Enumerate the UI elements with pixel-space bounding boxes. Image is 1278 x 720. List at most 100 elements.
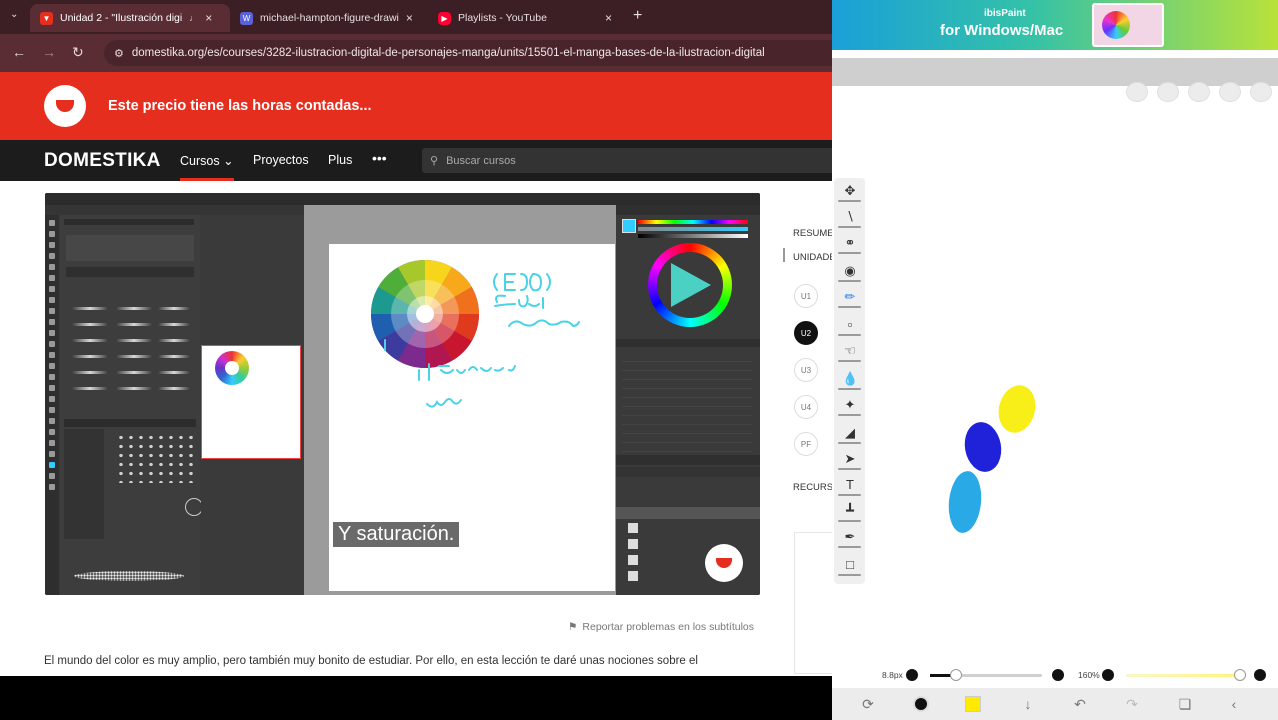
domestika-watermark-icon: [705, 544, 743, 582]
reload-icon[interactable]: ↻: [72, 44, 84, 61]
special-pen-icon[interactable]: ✦: [842, 398, 858, 412]
url-text: domestika.org/es/courses/3282-ilustracio…: [131, 47, 765, 59]
sidebar-units[interactable]: UNIDADES: [793, 252, 832, 263]
globe-favicon-icon: W: [240, 11, 253, 25]
material-icon[interactable]: [1188, 82, 1210, 102]
tab-youtube[interactable]: ▶ Playlists - YouTube ×: [428, 4, 622, 32]
eraser-icon[interactable]: ▫: [842, 318, 858, 332]
promo-message: Este precio tiene las horas contadas...: [108, 98, 372, 114]
tab-close-icon[interactable]: ×: [205, 11, 212, 25]
tab-search-icon[interactable]: ⌄: [10, 9, 18, 20]
frame-divider-icon[interactable]: ┻: [842, 504, 858, 518]
brush-tool-icon[interactable]: ✏: [842, 290, 858, 304]
ibis-bottom-bar: ⟳ ↓ ↶ ↷ ❏ ‹: [832, 688, 1278, 720]
video-navigator-panel: [201, 215, 303, 595]
unit-u1[interactable]: U1: [794, 284, 818, 308]
layers-icon[interactable]: ❏: [1177, 696, 1193, 712]
layer-icon[interactable]: [1126, 82, 1148, 102]
video-layers-panel: [616, 205, 760, 595]
nav-projects[interactable]: Proyectos: [253, 153, 309, 167]
youtube-favicon-icon: ▶: [438, 11, 451, 25]
brand-logo[interactable]: DOMESTIKA: [44, 150, 161, 172]
back-arrow-icon[interactable]: ‹: [1226, 696, 1242, 712]
canvas-icon[interactable]: □: [842, 558, 858, 572]
promo-banner[interactable]: Este precio tiene las horas contadas...: [0, 72, 832, 140]
tab-title: michael-hampton-figure-drawi: [260, 12, 399, 24]
magic-wand-icon[interactable]: ∖: [842, 210, 858, 224]
ibis-top-bar: [832, 58, 1278, 86]
forward-icon[interactable]: →: [42, 44, 56, 60]
brush-size-slider[interactable]: [930, 674, 1042, 677]
tab-title: Playlists - YouTube: [458, 12, 547, 24]
ruler-icon[interactable]: [1219, 82, 1241, 102]
opacity-preview: [1102, 669, 1114, 681]
sidebar-summary[interactable]: RESUMEN: [793, 228, 832, 239]
paint-blob-blue: [960, 419, 1006, 475]
domestika-logo-icon: [44, 85, 86, 127]
brush-size-end-icon: [1052, 669, 1064, 681]
paint-blob-yellow: [993, 381, 1041, 437]
fill-icon[interactable]: ◢: [842, 426, 858, 440]
nav-more-icon[interactable]: •••: [372, 150, 387, 166]
opacity-handle[interactable]: [1234, 669, 1246, 681]
tab-close-icon[interactable]: ×: [605, 11, 612, 25]
undo-icon[interactable]: ↶: [1072, 696, 1088, 712]
sidebar-resources[interactable]: RECURSOS: [793, 482, 832, 493]
eyedropper-icon[interactable]: ✒: [842, 530, 858, 544]
tool-palette: ✥ ∖ ⚭ ◉ ✏ ▫ ☜ 💧 ✦ ◢ ➤ T ┻ ✒ □: [834, 178, 865, 584]
video-player[interactable]: Y saturación.: [45, 193, 760, 595]
tab-figure-drawing[interactable]: W michael-hampton-figure-drawi ×: [230, 4, 426, 32]
settings-icon[interactable]: [1250, 82, 1272, 102]
resource-card: [794, 532, 832, 674]
site-settings-icon[interactable]: ⚙: [114, 47, 124, 60]
domestika-favicon-icon: ▼: [40, 11, 53, 25]
search-input[interactable]: ⚲ Buscar cursos: [422, 148, 832, 173]
unit-pf[interactable]: PF: [794, 432, 818, 456]
video-app-toolbox: [45, 215, 59, 595]
new-tab-icon[interactable]: +: [633, 7, 642, 25]
search-icon: ⚲: [430, 155, 439, 167]
reference-icon[interactable]: [1157, 82, 1179, 102]
text-tool-icon[interactable]: T: [842, 478, 858, 492]
brush-slider-row: 8.8px 160%: [832, 664, 1278, 686]
video-subtitle: Y saturación.: [333, 522, 460, 547]
tab-bar: ⌄ ▼ Unidad 2 - "Ilustración digi ♩ × W m…: [0, 0, 832, 34]
download-icon[interactable]: ↓: [1020, 696, 1036, 712]
report-label: Reportar problemas en los subtítulos: [582, 621, 755, 633]
lesson-description: El mundo del color es muy amplio, pero t…: [44, 655, 698, 667]
back-icon[interactable]: ←: [12, 44, 26, 60]
tab-domestika[interactable]: ▼ Unidad 2 - "Ilustración digi ♩ ×: [30, 4, 230, 32]
opacity-slider[interactable]: [1126, 674, 1244, 677]
ad-subtitle: for Windows/Mac: [940, 22, 1064, 39]
select-icon[interactable]: ➤: [842, 452, 858, 466]
opacity-end-icon: [1254, 669, 1266, 681]
brush-size-handle[interactable]: [950, 669, 962, 681]
ad-banner[interactable]: ibisPaint for Windows/Mac: [832, 0, 1278, 50]
brush-size-preview: [906, 669, 918, 681]
mute-icon[interactable]: ♩: [189, 13, 198, 23]
letterbox-bottom: [0, 676, 832, 720]
flag-icon: ⚑: [568, 621, 578, 633]
nav-courses[interactable]: Cursos ⌄: [180, 153, 234, 181]
unit-u2[interactable]: U2: [794, 321, 818, 345]
move-tool-icon[interactable]: ✥: [842, 184, 858, 198]
report-subtitles-link[interactable]: ⚑ Reportar problemas en los subtítulos: [568, 621, 754, 633]
screen: ⌄ ▼ Unidad 2 - "Ilustración digi ♩ × W m…: [0, 0, 1278, 720]
filter-icon[interactable]: ◉: [842, 264, 858, 278]
redo-icon[interactable]: ↷: [1124, 696, 1140, 712]
brush-preview-icon[interactable]: [913, 696, 929, 712]
site-navbar: DOMESTIKA Cursos ⌄ Proyectos Plus ••• ⚲ …: [0, 140, 832, 181]
smudge-icon[interactable]: ☜: [842, 344, 858, 358]
address-bar: ← → ↻ ⚙ domestika.org/es/courses/3282-il…: [0, 34, 832, 72]
video-app-menubar: [45, 193, 760, 205]
rotate-icon[interactable]: ⟳: [860, 696, 876, 712]
unit-u3[interactable]: U3: [794, 358, 818, 382]
unit-u4[interactable]: U4: [794, 395, 818, 419]
nav-plus[interactable]: Plus: [328, 153, 352, 167]
tab-close-icon[interactable]: ×: [406, 11, 413, 25]
lasso-icon[interactable]: ⚭: [842, 236, 858, 250]
url-field[interactable]: ⚙ domestika.org/es/courses/3282-ilustrac…: [104, 40, 832, 66]
blur-icon[interactable]: 💧: [842, 372, 858, 386]
color-swatch[interactable]: [965, 696, 981, 712]
tab-title: Unidad 2 - "Ilustración digi: [60, 12, 183, 24]
